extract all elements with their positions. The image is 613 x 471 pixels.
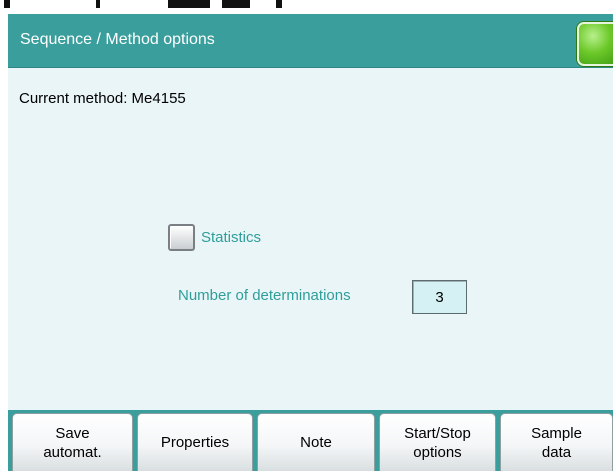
- device-screen: Sequence / Method options Current method…: [8, 14, 613, 471]
- save-automat-button[interactable]: Save automat.: [12, 413, 133, 471]
- function-key-bar: Save automat. Properties Note Start/Stop…: [8, 410, 613, 471]
- window-title: Sequence / Method options: [20, 31, 215, 48]
- statistics-checkbox[interactable]: [168, 223, 195, 251]
- note-button[interactable]: Note: [257, 413, 375, 471]
- start-stop-options-button[interactable]: Start/Stop options: [379, 413, 496, 471]
- determinations-field[interactable]: 3: [412, 280, 467, 314]
- cropped-top-text: [0, 0, 613, 14]
- status-led-icon[interactable]: [577, 22, 613, 66]
- properties-button[interactable]: Properties: [137, 413, 253, 471]
- statistics-toggle[interactable]: Statistics: [168, 220, 261, 254]
- title-bar: Sequence / Method options: [8, 14, 613, 68]
- sample-data-button[interactable]: Sample data: [500, 413, 613, 471]
- current-method-label: Current method: Me4155: [19, 90, 186, 107]
- determinations-label: Number of determinations: [178, 287, 351, 304]
- statistics-label: Statistics: [201, 228, 262, 246]
